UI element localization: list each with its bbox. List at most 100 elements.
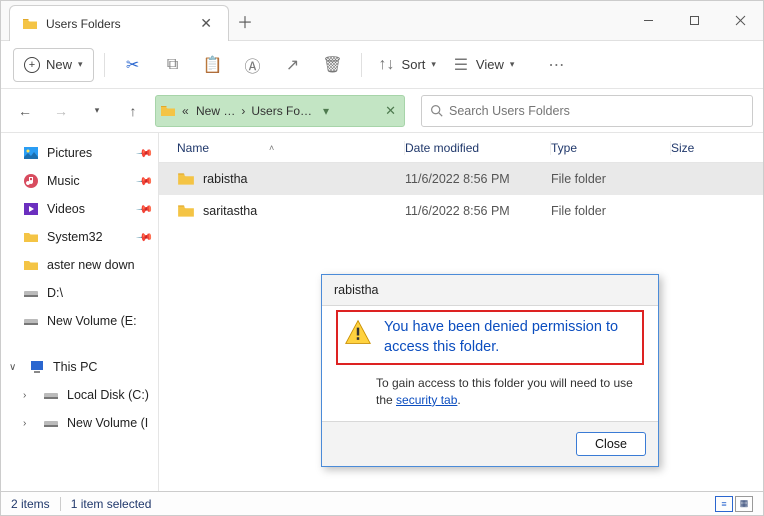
sidebar-item-d-drive[interactable]: D:\ bbox=[1, 279, 158, 307]
new-button[interactable]: + New ▾ bbox=[13, 48, 94, 82]
chevron-down-icon: ∨ bbox=[9, 362, 21, 373]
sort-label: Sort bbox=[402, 57, 426, 72]
sidebar-item-aster[interactable]: aster new down bbox=[1, 251, 158, 279]
col-type[interactable]: Type bbox=[551, 141, 671, 155]
column-headers[interactable]: Name˄ Date modified Type Size bbox=[159, 133, 763, 163]
col-size[interactable]: Size bbox=[671, 141, 763, 155]
file-name: rabistha bbox=[203, 172, 247, 186]
folder-icon bbox=[22, 16, 38, 32]
forward-button[interactable]: → bbox=[47, 97, 75, 125]
file-row[interactable]: rabistha 11/6/2022 8:56 PM File folder bbox=[159, 163, 763, 195]
sidebar-item-label: System32 bbox=[47, 230, 103, 244]
status-count: 2 items bbox=[11, 497, 50, 511]
search-field[interactable] bbox=[449, 104, 744, 118]
file-type: File folder bbox=[551, 204, 671, 218]
permission-dialog: rabistha You have been denied permission… bbox=[321, 274, 659, 467]
more-button[interactable]: ⋯ bbox=[538, 48, 574, 82]
status-bar: 2 items 1 item selected ≡ ▦ bbox=[1, 491, 763, 515]
recent-dropdown[interactable]: ▾ bbox=[83, 97, 111, 125]
share-icon: ↗ bbox=[284, 56, 302, 74]
delete-button[interactable]: 🗑 bbox=[315, 48, 351, 82]
rename-button[interactable]: Ⓐ bbox=[235, 48, 271, 82]
file-type: File folder bbox=[551, 172, 671, 186]
pin-icon: 📌 bbox=[136, 228, 155, 247]
computer-icon bbox=[29, 359, 45, 375]
file-row[interactable]: saritastha 11/6/2022 8:56 PM File folder bbox=[159, 195, 763, 227]
dialog-message: You have been denied permission to acces… bbox=[384, 318, 636, 357]
dialog-subtext: To gain access to this folder you will n… bbox=[376, 375, 644, 409]
sidebar-item-e-drive[interactable]: New Volume (E: bbox=[1, 307, 158, 335]
folder-icon bbox=[23, 229, 39, 245]
status-selected: 1 item selected bbox=[71, 497, 152, 511]
crumb[interactable]: Users Fo… bbox=[251, 104, 312, 118]
address-close-button[interactable]: ✕ bbox=[381, 103, 400, 119]
ellipsis-icon: ⋯ bbox=[547, 56, 565, 74]
col-date[interactable]: Date modified bbox=[405, 141, 551, 155]
pin-icon: 📌 bbox=[136, 172, 155, 191]
dialog-title: rabistha bbox=[322, 275, 658, 305]
clipboard-icon: 📋 bbox=[204, 56, 222, 74]
sidebar-item-label: Pictures bbox=[47, 146, 92, 160]
chevron-down-icon: ▾ bbox=[431, 59, 436, 70]
chevron-down-icon: ▾ bbox=[78, 59, 83, 70]
tab-close-button[interactable]: ✕ bbox=[196, 15, 216, 32]
window-tab[interactable]: Users Folders ✕ bbox=[9, 5, 229, 41]
titlebar: Users Folders ✕ ＋ bbox=[1, 1, 763, 41]
toolbar: + New ▾ ✂ ⧉ 📋 Ⓐ ↗ 🗑 ↑↓ Sort ▾ ☰ View ▾ ⋯ bbox=[1, 41, 763, 89]
pictures-icon bbox=[23, 145, 39, 161]
address-bar[interactable]: « New … › Users Fo… ▾ ✕ bbox=[155, 95, 405, 127]
music-icon bbox=[23, 173, 39, 189]
sidebar-item-music[interactable]: Music 📌 bbox=[1, 167, 158, 195]
crumb[interactable]: « New … bbox=[182, 104, 235, 118]
sidebar-item-thispc[interactable]: ∨ This PC bbox=[1, 353, 158, 381]
sidebar[interactable]: Pictures 📌 Music 📌 Videos 📌 System32 📌 a… bbox=[1, 133, 159, 493]
paste-button[interactable]: 📋 bbox=[195, 48, 231, 82]
chevron-right-icon: › bbox=[23, 418, 35, 429]
search-input[interactable] bbox=[421, 95, 753, 127]
details-view-button[interactable]: ≡ bbox=[715, 496, 733, 512]
rename-icon: Ⓐ bbox=[244, 56, 262, 74]
drive-icon bbox=[23, 313, 39, 329]
view-toggle: ≡ ▦ bbox=[715, 496, 753, 512]
warning-icon bbox=[344, 318, 372, 346]
close-window-button[interactable] bbox=[717, 1, 763, 40]
sidebar-item-videos[interactable]: Videos 📌 bbox=[1, 195, 158, 223]
sidebar-item-label: This PC bbox=[53, 360, 97, 374]
chevron-right-icon: › bbox=[23, 390, 35, 401]
security-tab-link[interactable]: security tab bbox=[396, 393, 457, 407]
nav-row: ← → ▾ ↑ « New … › Users Fo… ▾ ✕ bbox=[1, 89, 763, 133]
sort-icon: ↑↓ bbox=[378, 56, 396, 74]
copy-icon: ⧉ bbox=[164, 56, 182, 74]
view-icon: ☰ bbox=[452, 56, 470, 74]
divider bbox=[361, 53, 362, 77]
share-button[interactable]: ↗ bbox=[275, 48, 311, 82]
sidebar-item-local-c[interactable]: › Local Disk (C:) bbox=[1, 381, 158, 409]
copy-button[interactable]: ⧉ bbox=[155, 48, 191, 82]
sidebar-item-label: aster new down bbox=[47, 258, 135, 272]
icons-view-button[interactable]: ▦ bbox=[735, 496, 753, 512]
back-button[interactable]: ← bbox=[11, 97, 39, 125]
divider bbox=[104, 53, 105, 77]
new-label: New bbox=[46, 57, 72, 72]
minimize-button[interactable] bbox=[625, 1, 671, 40]
col-name[interactable]: Name˄ bbox=[177, 141, 405, 155]
sidebar-item-label: D:\ bbox=[47, 286, 63, 300]
search-icon bbox=[430, 104, 443, 117]
folder-icon bbox=[23, 257, 39, 273]
file-date: 11/6/2022 8:56 PM bbox=[405, 172, 551, 186]
view-button[interactable]: ☰ View ▾ bbox=[446, 48, 520, 82]
sort-button[interactable]: ↑↓ Sort ▾ bbox=[372, 48, 442, 82]
chevron-down-icon[interactable]: ▾ bbox=[318, 104, 334, 118]
window-controls bbox=[625, 1, 763, 40]
close-button[interactable]: Close bbox=[576, 432, 646, 456]
up-button[interactable]: ↑ bbox=[119, 97, 147, 125]
pin-icon: 📌 bbox=[136, 144, 155, 163]
sidebar-item-label: Music bbox=[47, 174, 80, 188]
sidebar-item-pictures[interactable]: Pictures 📌 bbox=[1, 139, 158, 167]
maximize-button[interactable] bbox=[671, 1, 717, 40]
new-tab-button[interactable]: ＋ bbox=[229, 1, 261, 40]
sidebar-item-newvol[interactable]: › New Volume (I bbox=[1, 409, 158, 437]
cut-button[interactable]: ✂ bbox=[115, 48, 151, 82]
trash-icon: 🗑 bbox=[324, 56, 342, 74]
sidebar-item-system32[interactable]: System32 📌 bbox=[1, 223, 158, 251]
